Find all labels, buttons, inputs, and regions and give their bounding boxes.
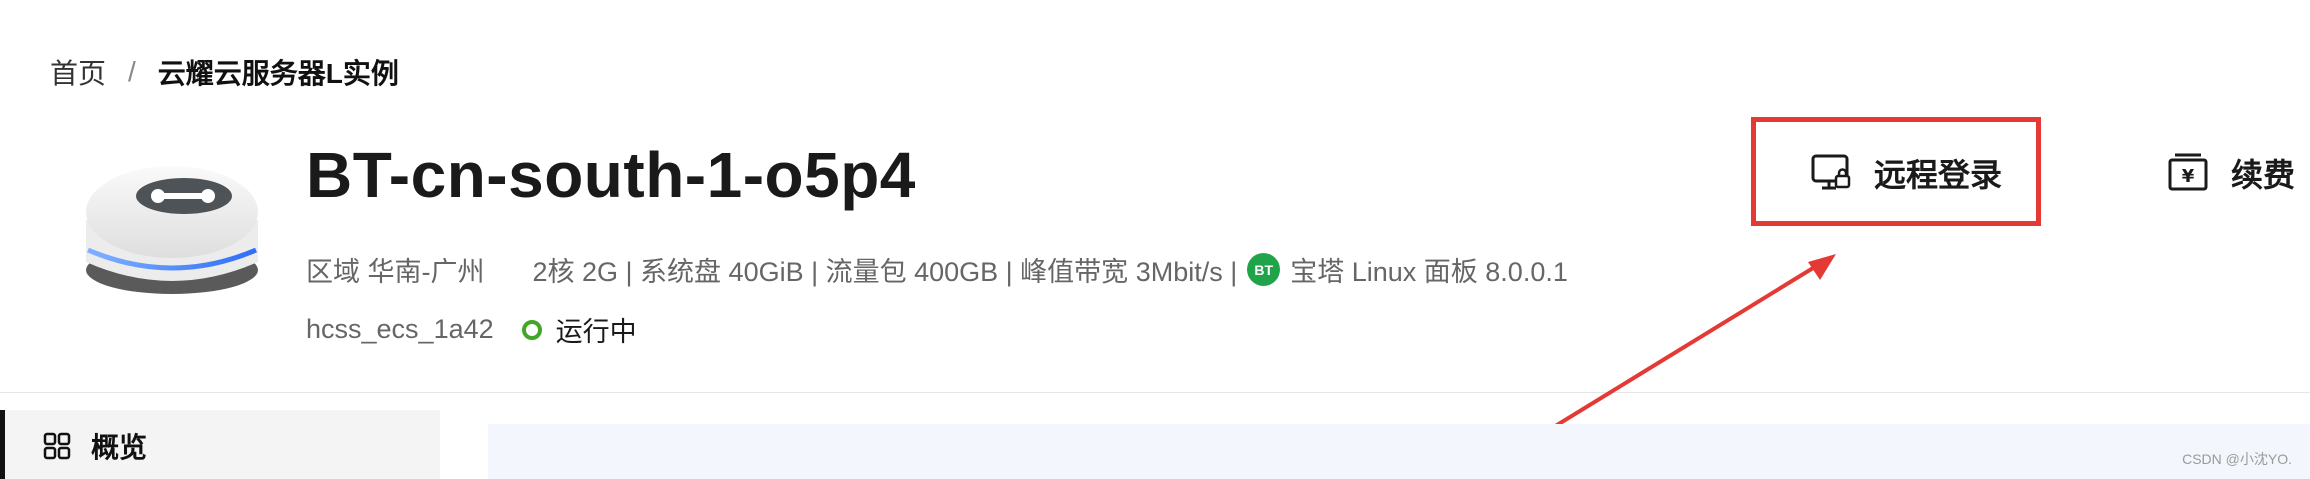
sidebar-item-overview-label: 概览 bbox=[91, 432, 148, 463]
watermark: CSDN @小沈YO. bbox=[2182, 451, 2292, 467]
annotation-arrow bbox=[1511, 254, 1836, 454]
grid-icon bbox=[43, 432, 71, 460]
sidebar-item-overview[interactable]: 概览 bbox=[43, 426, 147, 466]
content-panel bbox=[488, 424, 2310, 479]
sidebar: 概览 bbox=[0, 410, 440, 479]
